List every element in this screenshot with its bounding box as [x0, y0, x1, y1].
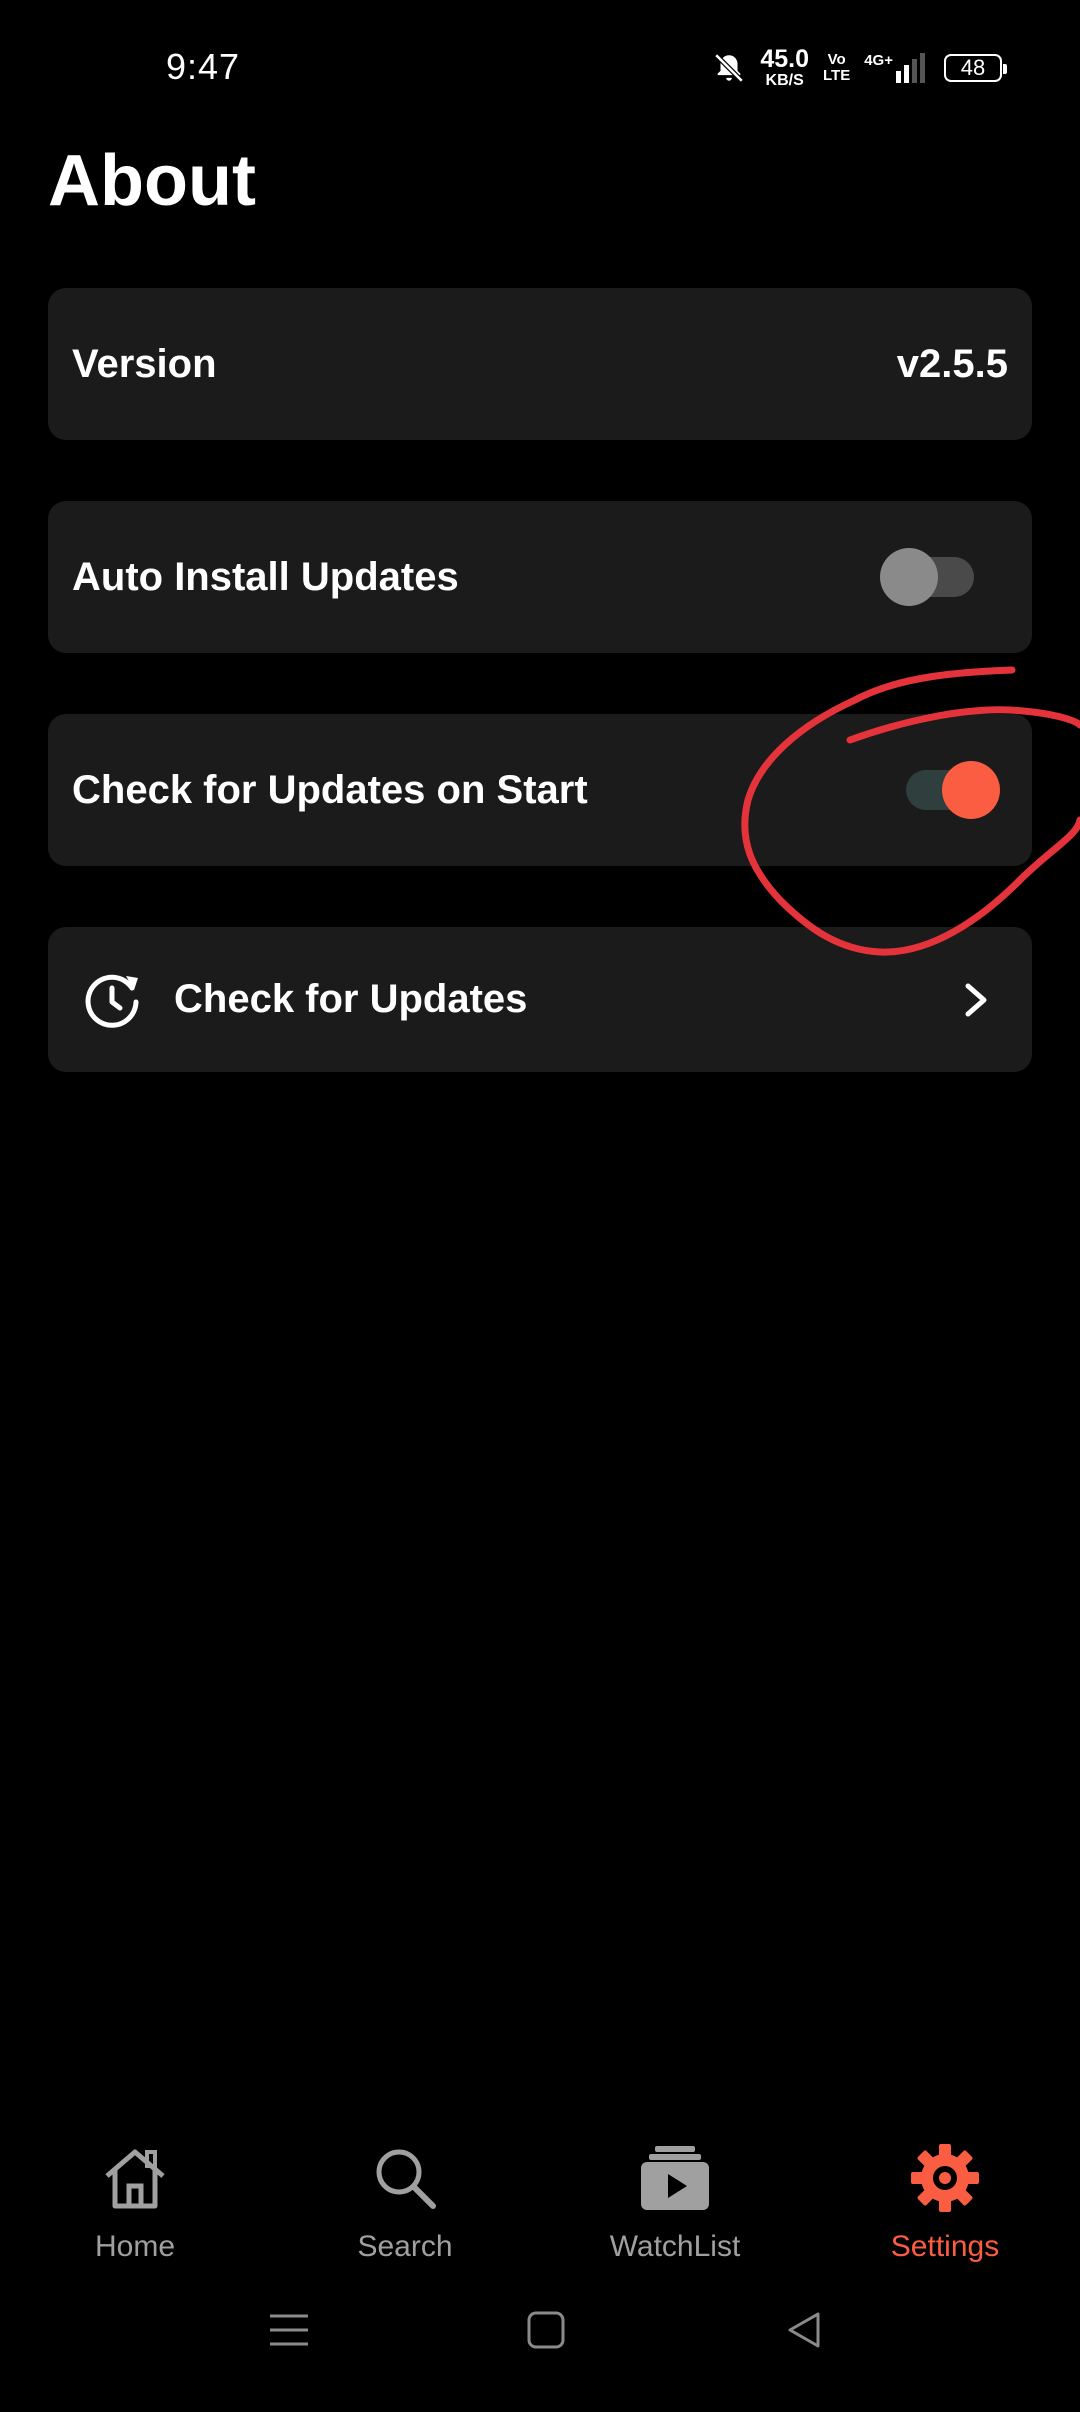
system-nav-bar [0, 2310, 1080, 2385]
version-label: Version [72, 341, 217, 386]
nav-home[interactable]: Home [0, 2140, 270, 2290]
update-clock-icon [85, 974, 139, 1028]
battery-indicator: 48 [944, 54, 1007, 82]
check-for-updates-label: Check for Updates [174, 977, 528, 1021]
nav-home-label: Home [94, 2230, 176, 2263]
nav-watchlist-label: WatchList [609, 2230, 741, 2263]
nav-search[interactable]: Search [270, 2140, 540, 2290]
auto-install-updates-label: Auto Install Updates [72, 554, 459, 599]
home-button-icon[interactable] [526, 2310, 566, 2350]
signal-icon [896, 53, 925, 83]
watchlist-icon [641, 2146, 709, 2210]
nav-settings-label: Settings [890, 2230, 1000, 2263]
home-icon [105, 2149, 165, 2209]
toggle-knob [880, 548, 938, 606]
search-icon [376, 2149, 436, 2209]
check-updates-on-start-label: Check for Updates on Start [72, 767, 588, 812]
network-speed: 45.0 KB/S [760, 45, 809, 89]
auto-install-updates-row[interactable]: Auto Install Updates [48, 501, 1032, 653]
menu-icon[interactable] [268, 2310, 310, 2350]
check-updates-on-start-toggle[interactable] [906, 761, 1000, 819]
version-value: v2.5.5 [896, 341, 1008, 386]
volte-indicator: Vo LTE [823, 51, 851, 84]
nav-settings[interactable]: Settings [810, 2140, 1080, 2290]
page-title: About [48, 141, 256, 221]
toggle-knob [942, 761, 1000, 819]
version-row: Version v2.5.5 [48, 288, 1032, 440]
status-bar: 9:47 45.0 KB/S Vo LTE 4G+ 48 [0, 0, 1080, 140]
bell-muted-icon [714, 53, 744, 83]
status-icons: 45.0 KB/S Vo LTE 4G+ 48 [712, 44, 1007, 92]
bottom-nav: Home Search WatchList Settings [0, 2140, 1080, 2290]
signal-indicator: 4G+ [864, 53, 930, 83]
back-icon[interactable] [784, 2310, 824, 2350]
nav-watchlist[interactable]: WatchList [540, 2140, 810, 2290]
status-time: 9:47 [166, 46, 241, 87]
auto-install-updates-toggle[interactable] [880, 548, 974, 606]
chevron-right-icon [965, 983, 987, 1016]
gear-icon [911, 2144, 979, 2212]
check-for-updates-button[interactable]: Check for Updates [48, 927, 1032, 1072]
nav-search-label: Search [357, 2230, 453, 2263]
check-updates-on-start-row[interactable]: Check for Updates on Start [48, 714, 1032, 866]
